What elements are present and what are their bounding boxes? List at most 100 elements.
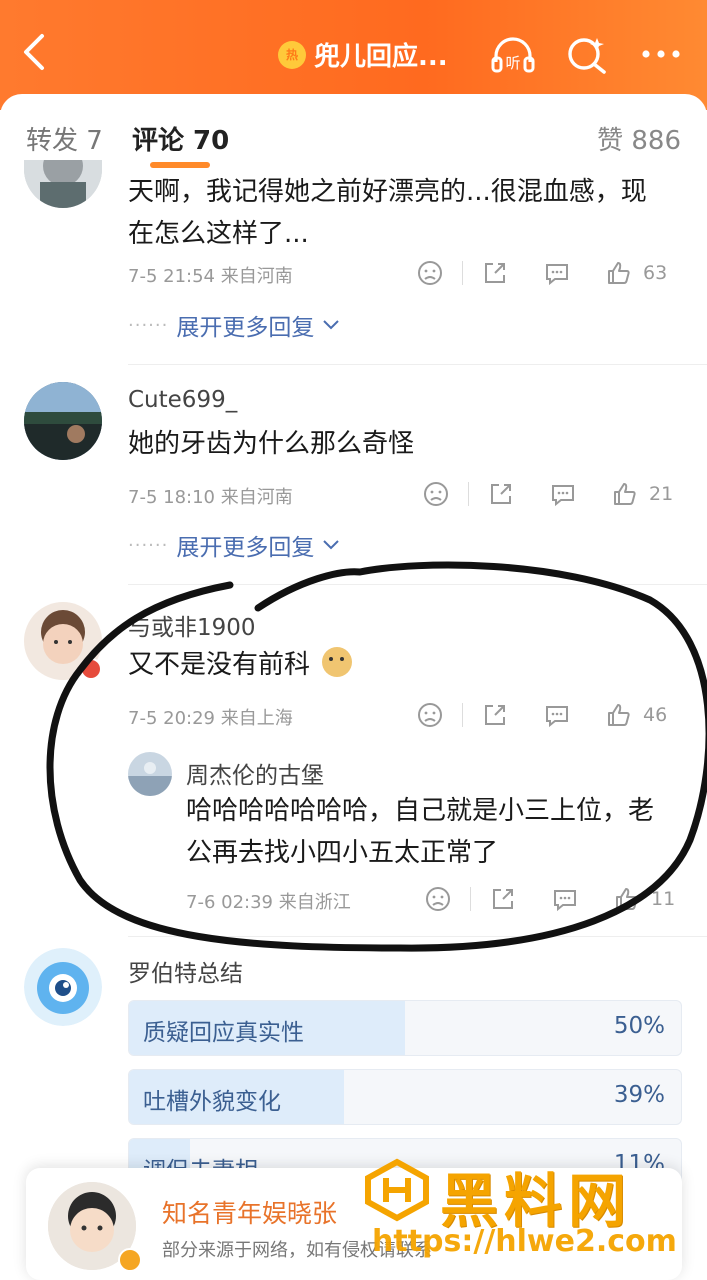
listen-button[interactable]: 听	[490, 34, 536, 74]
share-icon	[485, 263, 505, 283]
share-button[interactable]	[481, 700, 509, 730]
reply-avatar[interactable]	[128, 752, 172, 796]
sad-face-icon	[418, 703, 442, 727]
headphones-listen-icon: 听	[491, 37, 535, 73]
like-button[interactable]: 46	[605, 700, 667, 730]
like-count: 46	[643, 704, 668, 726]
reply-button[interactable]	[543, 700, 571, 730]
expand-label: 展开更多回复	[176, 535, 315, 561]
poll-percent: 50%	[613, 1013, 665, 1039]
search-sparkle-icon	[568, 38, 606, 74]
comment-text: 又不是没有前科	[128, 644, 688, 686]
divider	[468, 482, 469, 506]
chevron-left-icon	[24, 34, 44, 70]
avatar[interactable]	[24, 382, 102, 460]
poll-label: 吐槽外貌变化	[143, 1089, 281, 1115]
title-group[interactable]: 热 兜儿回应...	[278, 36, 448, 73]
dislike-button[interactable]	[416, 700, 444, 730]
poll-label: 质疑回应真实性	[143, 1020, 304, 1046]
comment-meta: 7-5 20:29 来自上海	[128, 708, 293, 729]
username[interactable]: Cute699_	[128, 387, 237, 413]
like-count: 21	[649, 483, 674, 505]
dislike-button[interactable]	[416, 258, 444, 288]
reply-actions: 11	[424, 884, 675, 914]
page-title: 兜儿回应...	[314, 42, 448, 72]
expand-label: 展开更多回复	[176, 315, 315, 341]
poll-percent: 39%	[613, 1082, 665, 1108]
comment-text: 她的牙齿为什么那么奇怪	[128, 429, 415, 459]
divider	[128, 936, 707, 937]
avatar[interactable]	[24, 160, 102, 208]
reply-meta: 7-6 02:39 来自浙江	[186, 892, 351, 913]
comment-bubble-icon	[554, 890, 576, 912]
watermark: 黑料网 https://hlwe2.com	[362, 1154, 702, 1274]
dislike-button[interactable]	[422, 479, 450, 509]
sad-face-icon	[418, 261, 442, 285]
comment-bubble-icon	[546, 706, 568, 728]
share-button[interactable]	[481, 258, 509, 288]
verified-badge-icon	[80, 658, 102, 680]
watermark-logo-icon	[365, 1158, 429, 1222]
reply-button[interactable]	[551, 884, 579, 914]
chevron-down-icon	[323, 540, 340, 550]
comment-actions: 46	[416, 700, 667, 730]
back-button[interactable]	[18, 30, 58, 76]
sad-face-icon	[424, 482, 448, 506]
divider	[462, 261, 463, 285]
share-button[interactable]	[489, 884, 517, 914]
comment-text-content: 又不是没有前科	[128, 650, 311, 680]
dislike-button[interactable]	[424, 884, 452, 914]
watermark-url: https://hlwe2.com	[372, 1224, 677, 1259]
comment-text: 天啊，我记得她之前好漂亮的...很混血感，现 在怎么这样了...	[128, 171, 688, 255]
reply-text-line: 哈哈哈哈哈哈哈，自己就是小三上位，老	[186, 796, 655, 826]
chevron-down-icon	[323, 320, 340, 330]
search-button[interactable]	[564, 34, 610, 74]
comment-bubble-icon	[546, 264, 568, 286]
expand-replies-link[interactable]: ······ 展开更多回复	[128, 308, 340, 342]
poll-option[interactable]: 质疑回应真实性 50%	[128, 1000, 682, 1056]
listen-label: 听	[505, 54, 520, 72]
share-icon	[493, 889, 513, 909]
verified-badge-icon	[118, 1248, 142, 1272]
tab-comment[interactable]: 评论 70	[132, 120, 229, 157]
reply-username[interactable]: 周杰伦的古堡	[186, 756, 324, 790]
like-button[interactable]: 21	[611, 479, 673, 509]
tab-active-indicator	[150, 162, 210, 168]
like-count: 11	[651, 888, 676, 910]
expand-replies-link[interactable]: ······ 展开更多回复	[128, 528, 340, 562]
tab-repost[interactable]: 转发 7	[26, 120, 103, 157]
reply-text: 哈哈哈哈哈哈哈，自己就是小三上位，老 公再去找小四小五太正常了	[186, 790, 686, 874]
thumbs-up-icon	[614, 483, 636, 505]
thumbs-up-icon	[608, 704, 630, 726]
share-button[interactable]	[487, 479, 515, 509]
hand-drawn-circle	[46, 561, 707, 952]
hot-badge: 热	[278, 40, 306, 69]
comment-meta: 7-5 18:10 来自河南	[128, 487, 293, 508]
username[interactable]: 与或非1900	[128, 608, 256, 642]
thumbs-up-icon	[608, 262, 630, 284]
share-icon	[491, 484, 511, 504]
reply-text-line: 公再去找小四小五太正常了	[186, 838, 499, 868]
dots: ······	[128, 534, 169, 556]
reply-button[interactable]	[543, 258, 571, 288]
doge-emoji-icon	[322, 647, 353, 677]
poll-option[interactable]: 吐槽外貌变化 39%	[128, 1069, 682, 1125]
more-button[interactable]	[638, 34, 684, 74]
reply-button[interactable]	[549, 479, 577, 509]
divider	[128, 364, 707, 365]
avatar[interactable]	[24, 948, 102, 1026]
thumbs-up-icon	[616, 888, 638, 910]
divider	[462, 703, 463, 727]
more-dots-icon	[642, 50, 680, 58]
like-button[interactable]: 63	[605, 258, 667, 288]
divider	[470, 887, 471, 911]
tab-like[interactable]: 赞 886	[597, 120, 681, 157]
comment-meta: 7-5 21:54 来自河南	[128, 266, 293, 287]
share-icon	[485, 705, 505, 725]
sad-face-icon	[426, 887, 450, 911]
author-name[interactable]: 知名青年娱晓张	[162, 1194, 337, 1230]
like-button[interactable]: 11	[613, 884, 675, 914]
username[interactable]: 罗伯特总结	[128, 954, 243, 988]
comment-text-line: 在怎么这样了...	[128, 219, 309, 249]
dots: ······	[128, 314, 169, 336]
